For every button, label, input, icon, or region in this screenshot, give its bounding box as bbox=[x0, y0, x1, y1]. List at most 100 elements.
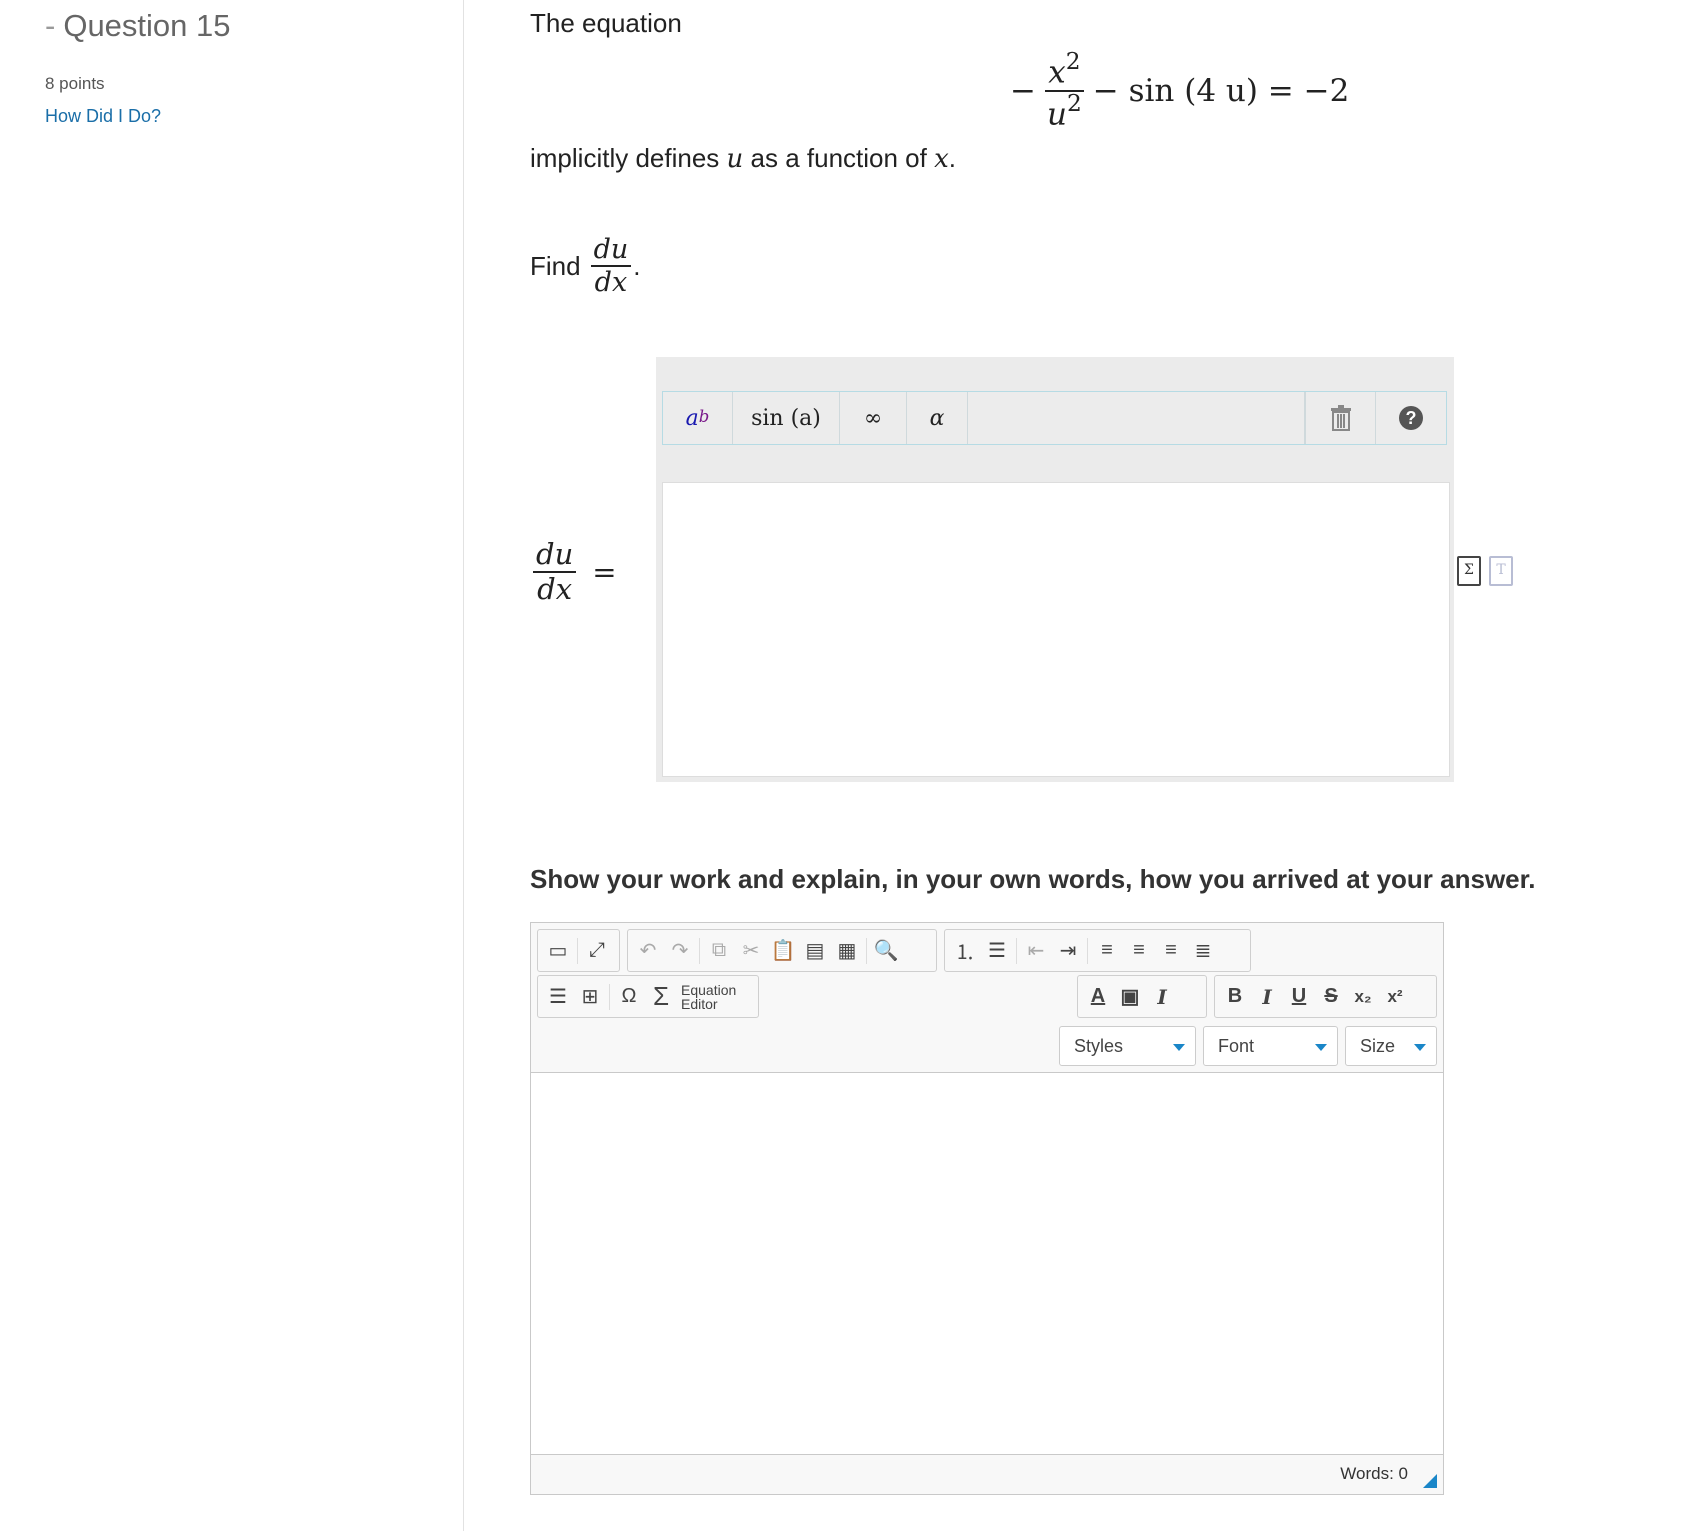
paste-text-icon[interactable]: ▤ bbox=[799, 935, 831, 967]
find-derivative-den: dx bbox=[594, 267, 628, 298]
copy-icon[interactable]: ⧉ bbox=[703, 935, 735, 967]
align-left-icon[interactable]: ≡ bbox=[1091, 935, 1123, 967]
undo-icon[interactable]: ↶ bbox=[632, 935, 664, 967]
main-equation: − x2 u2 − sin (4 u) = −2 bbox=[1010, 50, 1350, 133]
eq-den-var: u bbox=[1046, 96, 1067, 133]
styles-label: Styles bbox=[1074, 1035, 1124, 1056]
power-exp: b bbox=[698, 406, 710, 426]
find-label: Find bbox=[530, 250, 581, 281]
special-char-icon[interactable]: Ω bbox=[613, 981, 645, 1013]
trash-button[interactable] bbox=[1305, 392, 1376, 444]
toolbar-group-view: ▭ ⤢ bbox=[537, 929, 620, 972]
chevron-down-icon bbox=[1315, 1044, 1327, 1051]
alpha-button[interactable]: α bbox=[907, 392, 968, 444]
align-right-icon[interactable]: ≡ bbox=[1155, 935, 1187, 967]
rich-text-editor: ▭ ⤢ ↶ ↷ ⧉ ✂ 📋 ▤ ▦ 🔍 ⒈ ☰ ⇤ ⇥ ≡ ≡ ≡ ≣ ☰ ⊞ … bbox=[530, 922, 1444, 1495]
chevron-down-icon bbox=[1173, 1044, 1185, 1051]
find-derivative-num: du bbox=[590, 236, 632, 267]
implicit-pre: implicitly defines bbox=[530, 143, 720, 173]
toolbar-separator bbox=[1087, 937, 1088, 964]
trash-icon bbox=[1330, 405, 1351, 431]
answer-side-icons: Σ T bbox=[1457, 556, 1513, 586]
font-dropdown[interactable]: Font bbox=[1203, 1026, 1338, 1066]
size-dropdown[interactable]: Size bbox=[1345, 1026, 1437, 1066]
toolbar-separator bbox=[866, 937, 867, 964]
justify-icon[interactable]: ≣ bbox=[1187, 935, 1219, 967]
equation-editor-label-2: Editor bbox=[681, 995, 718, 1012]
how-did-i-do-link[interactable]: How Did I Do? bbox=[45, 106, 161, 127]
toolbar-separator bbox=[577, 937, 578, 964]
horizontal-rule-icon[interactable]: ☰ bbox=[542, 981, 574, 1013]
toolbar-group-colors: A ▣ I bbox=[1077, 975, 1207, 1018]
show-work-prompt: Show your work and explain, in your own … bbox=[530, 864, 1536, 894]
styles-dropdown[interactable]: Styles bbox=[1059, 1026, 1196, 1066]
question-header[interactable]: - Question 15 bbox=[45, 8, 231, 44]
help-icon: ? bbox=[1399, 406, 1423, 430]
remove-format-icon[interactable]: I bbox=[1146, 981, 1178, 1013]
paste-word-icon[interactable]: ▦ bbox=[831, 935, 863, 967]
table-icon[interactable]: ⊞ bbox=[574, 981, 606, 1013]
equation-editor-button[interactable]: Equation Editor bbox=[681, 983, 736, 1011]
bold-icon[interactable]: B bbox=[1219, 981, 1251, 1013]
answer-input-area[interactable] bbox=[662, 482, 1450, 777]
source-icon[interactable]: ▭ bbox=[542, 935, 574, 967]
points-label: 8 points bbox=[45, 74, 105, 93]
cut-icon[interactable]: ✂ bbox=[735, 935, 767, 967]
size-label: Size bbox=[1360, 1035, 1396, 1056]
resize-handle-icon[interactable] bbox=[1423, 1474, 1437, 1488]
indent-icon[interactable]: ⇥ bbox=[1052, 935, 1084, 967]
subscript-icon[interactable]: x₂ bbox=[1347, 981, 1379, 1013]
chevron-down-icon bbox=[1414, 1044, 1426, 1051]
find-text: Find du dx . bbox=[530, 236, 641, 296]
sin-button[interactable]: sin (a) bbox=[733, 392, 840, 444]
toolbar-group-edit: ↶ ↷ ⧉ ✂ 📋 ▤ ▦ 🔍 bbox=[627, 929, 937, 972]
collapse-icon[interactable]: - bbox=[45, 8, 55, 43]
maximize-icon[interactable]: ⤢ bbox=[581, 935, 613, 967]
bulleted-list-icon[interactable]: ☰ bbox=[981, 935, 1013, 967]
find-post: . bbox=[633, 250, 641, 281]
text-color-icon[interactable]: A bbox=[1082, 981, 1114, 1013]
implicit-text: implicitly defines u as a function of x. bbox=[530, 143, 956, 174]
power-base: a bbox=[685, 405, 699, 431]
font-label: Font bbox=[1218, 1035, 1255, 1056]
eq-fraction: x2 u2 bbox=[1044, 50, 1085, 133]
superscript-icon[interactable]: x² bbox=[1379, 981, 1411, 1013]
background-color-icon[interactable]: ▣ bbox=[1114, 981, 1146, 1013]
equation-doc-icon[interactable]: Σ bbox=[1457, 556, 1481, 586]
strikethrough-icon[interactable]: S bbox=[1315, 981, 1347, 1013]
power-button[interactable]: ab bbox=[663, 392, 733, 444]
paste-icon[interactable]: 📋 bbox=[767, 935, 799, 967]
rich-text-body[interactable] bbox=[531, 1072, 1443, 1455]
question-title: Question 15 bbox=[63, 8, 231, 43]
editor-footer: Words: 0 bbox=[531, 1453, 1443, 1494]
italic-icon[interactable]: I bbox=[1251, 981, 1283, 1013]
infinity-button[interactable]: ∞ bbox=[840, 392, 907, 444]
question-sidebar: - Question 15 8 points How Did I Do? bbox=[0, 0, 464, 1531]
palette-spacer bbox=[968, 392, 1305, 444]
answer-derivative-num: du bbox=[533, 540, 577, 573]
answer-derivative-den: dx bbox=[537, 572, 573, 606]
toolbar-group-basic: B I U S x₂ x² bbox=[1214, 975, 1437, 1018]
sigma-icon[interactable]: Σ bbox=[645, 981, 677, 1013]
numbered-list-icon[interactable]: ⒈ bbox=[949, 935, 981, 967]
find-icon[interactable]: 🔍 bbox=[870, 935, 902, 967]
redo-icon[interactable]: ↷ bbox=[664, 935, 696, 967]
eq-negative-sign: − bbox=[1010, 73, 1036, 110]
implicit-var-x: x bbox=[934, 144, 949, 174]
math-answer-editor: ab sin (a) ∞ α ? bbox=[656, 357, 1454, 782]
toolbar-separator bbox=[609, 983, 610, 1010]
align-center-icon[interactable]: ≡ bbox=[1123, 935, 1155, 967]
toolbar-group-paragraph: ⒈ ☰ ⇤ ⇥ ≡ ≡ ≡ ≣ bbox=[944, 929, 1251, 972]
implicit-mid: as a function of bbox=[750, 143, 927, 173]
answer-lhs: du dx = bbox=[533, 540, 617, 604]
word-count: Words: 0 bbox=[1340, 1464, 1408, 1483]
answer-equals: = bbox=[592, 555, 617, 589]
text-doc-icon[interactable]: T bbox=[1489, 556, 1513, 586]
outdent-icon[interactable]: ⇤ bbox=[1020, 935, 1052, 967]
eq-rest: − sin (4 u) = −2 bbox=[1092, 73, 1350, 110]
implicit-var-u: u bbox=[726, 144, 744, 174]
math-palette: ab sin (a) ∞ α ? bbox=[662, 391, 1447, 445]
help-button[interactable]: ? bbox=[1376, 392, 1446, 444]
find-derivative: du dx bbox=[590, 236, 632, 298]
underline-icon[interactable]: U bbox=[1283, 981, 1315, 1013]
